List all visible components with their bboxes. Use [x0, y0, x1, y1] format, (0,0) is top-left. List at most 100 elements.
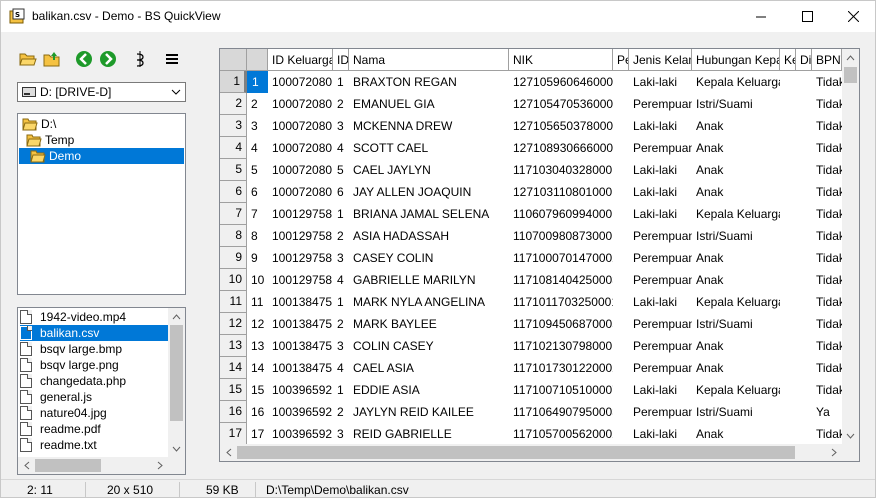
table-cell[interactable]: [796, 379, 812, 401]
table-cell[interactable]: [796, 335, 812, 357]
table-cell[interactable]: Anak: [692, 137, 780, 159]
table-cell[interactable]: EDDIE ASIA: [349, 379, 509, 401]
table-cell[interactable]: COLIN CASEY: [349, 335, 509, 357]
table-cell[interactable]: Tidak: [812, 115, 842, 137]
table-cell[interactable]: [780, 269, 796, 291]
table-cell[interactable]: Laki-laki: [629, 291, 692, 313]
column-header[interactable]: Pe: [613, 49, 629, 71]
table-cell[interactable]: 1171057005620002: [509, 423, 613, 445]
file-list-item[interactable]: bsqv large.png: [20, 357, 168, 373]
table-cell[interactable]: MCKENNA DREW: [349, 115, 509, 137]
table-cell[interactable]: 4: [333, 269, 349, 291]
table-cell[interactable]: Istri/Suami: [692, 93, 780, 115]
table-cell[interactable]: [613, 181, 629, 203]
table-cell[interactable]: 16: [247, 401, 268, 423]
table-cell[interactable]: [613, 203, 629, 225]
table-cell[interactable]: Perempuan: [629, 313, 692, 335]
table-cell[interactable]: [780, 357, 796, 379]
table-cell[interactable]: [613, 115, 629, 137]
table-cell[interactable]: CAEL JAYLYN: [349, 159, 509, 181]
table-cell[interactable]: Laki-laki: [629, 115, 692, 137]
table-cell[interactable]: Anak: [692, 181, 780, 203]
table-cell[interactable]: 8: [247, 225, 268, 247]
file-list-item[interactable]: readme.pdf: [20, 421, 168, 437]
table-cell[interactable]: 7: [247, 203, 268, 225]
table-cell[interactable]: 2: [333, 93, 349, 115]
table-cell[interactable]: Tidak: [812, 71, 842, 93]
table-cell[interactable]: 12: [247, 313, 268, 335]
scroll-right-icon[interactable]: [825, 444, 842, 461]
row-header[interactable]: 4: [220, 137, 247, 159]
row-header[interactable]: 10: [220, 269, 247, 291]
table-cell[interactable]: Anak: [692, 357, 780, 379]
table-cell[interactable]: Perempuan: [629, 401, 692, 423]
column-header[interactable]: Hubungan Kepala Keluarga: [692, 49, 780, 71]
table-cell[interactable]: [613, 401, 629, 423]
table-cell[interactable]: [780, 423, 796, 445]
table-cell[interactable]: 100072080: [268, 181, 333, 203]
table-cell[interactable]: [796, 159, 812, 181]
table-cell[interactable]: 3: [333, 335, 349, 357]
table-cell[interactable]: 100072080: [268, 93, 333, 115]
row-header[interactable]: 11: [220, 291, 247, 313]
wrap-button[interactable]: [129, 48, 151, 70]
table-cell[interactable]: 100396592: [268, 401, 333, 423]
table-cell[interactable]: 6: [247, 181, 268, 203]
file-list-horizontal-scrollbar[interactable]: [18, 457, 168, 474]
table-cell[interactable]: 1: [333, 71, 349, 93]
table-cell[interactable]: GABRIELLE MARILYN: [349, 269, 509, 291]
table-cell[interactable]: Perempuan: [629, 247, 692, 269]
table-cell[interactable]: ASIA HADASSAH: [349, 225, 509, 247]
table-cell[interactable]: Tidak: [812, 423, 842, 445]
column-header[interactable]: Ke: [780, 49, 796, 71]
table-cell[interactable]: 1271031108010001: [509, 181, 613, 203]
table-cell[interactable]: SCOTT CAEL: [349, 137, 509, 159]
table-cell[interactable]: Tidak: [812, 137, 842, 159]
table-cell[interactable]: Tidak: [812, 357, 842, 379]
table-cell[interactable]: 3: [333, 423, 349, 445]
file-list-item[interactable]: nature04.jpg: [20, 405, 168, 421]
table-cell[interactable]: Ya: [812, 401, 842, 423]
table-cell[interactable]: Kepala Keluarga: [692, 71, 780, 93]
table-cell[interactable]: Laki-laki: [629, 379, 692, 401]
table-cell[interactable]: [796, 225, 812, 247]
table-cell[interactable]: Tidak: [812, 181, 842, 203]
table-cell[interactable]: 13: [247, 335, 268, 357]
table-cell[interactable]: 1171021307980001: [509, 335, 613, 357]
table-cell[interactable]: 1171094506870005: [509, 313, 613, 335]
table-cell[interactable]: [796, 203, 812, 225]
table-cell[interactable]: 4: [247, 137, 268, 159]
table-cell[interactable]: [780, 181, 796, 203]
table-cell[interactable]: 100396592: [268, 379, 333, 401]
table-cell[interactable]: Laki-laki: [629, 203, 692, 225]
row-header[interactable]: 7: [220, 203, 247, 225]
table-cell[interactable]: 100072080: [268, 137, 333, 159]
table-cell[interactable]: 100129758: [268, 225, 333, 247]
table-cell[interactable]: Tidak: [812, 159, 842, 181]
table-cell[interactable]: [780, 335, 796, 357]
table-cell[interactable]: 3: [247, 115, 268, 137]
scroll-right-icon[interactable]: [151, 457, 168, 474]
table-cell[interactable]: 4: [333, 137, 349, 159]
table-cell[interactable]: 5: [333, 159, 349, 181]
scroll-thumb[interactable]: [170, 325, 183, 421]
table-cell[interactable]: 1171007105100007: [509, 379, 613, 401]
table-cell[interactable]: Anak: [692, 423, 780, 445]
table-cell[interactable]: [796, 115, 812, 137]
table-cell[interactable]: 100129758: [268, 269, 333, 291]
column-header[interactable]: Jenis Kelamin: [629, 49, 692, 71]
table-cell[interactable]: [613, 159, 629, 181]
table-cell[interactable]: [796, 93, 812, 115]
scroll-left-icon[interactable]: [220, 444, 237, 461]
table-cell[interactable]: 100129758: [268, 203, 333, 225]
table-cell[interactable]: 2: [333, 401, 349, 423]
table-cell[interactable]: Perempuan: [629, 269, 692, 291]
table-cell[interactable]: JAYLYN REID KAILEE: [349, 401, 509, 423]
table-cell[interactable]: Laki-laki: [629, 71, 692, 93]
table-cell[interactable]: 1171081404250003: [509, 269, 613, 291]
table-cell[interactable]: Istri/Suami: [692, 401, 780, 423]
table-cell[interactable]: MARK NYLA ANGELINA: [349, 291, 509, 313]
table-cell[interactable]: [613, 291, 629, 313]
table-cell[interactable]: Laki-laki: [629, 159, 692, 181]
table-cell[interactable]: Anak: [692, 159, 780, 181]
